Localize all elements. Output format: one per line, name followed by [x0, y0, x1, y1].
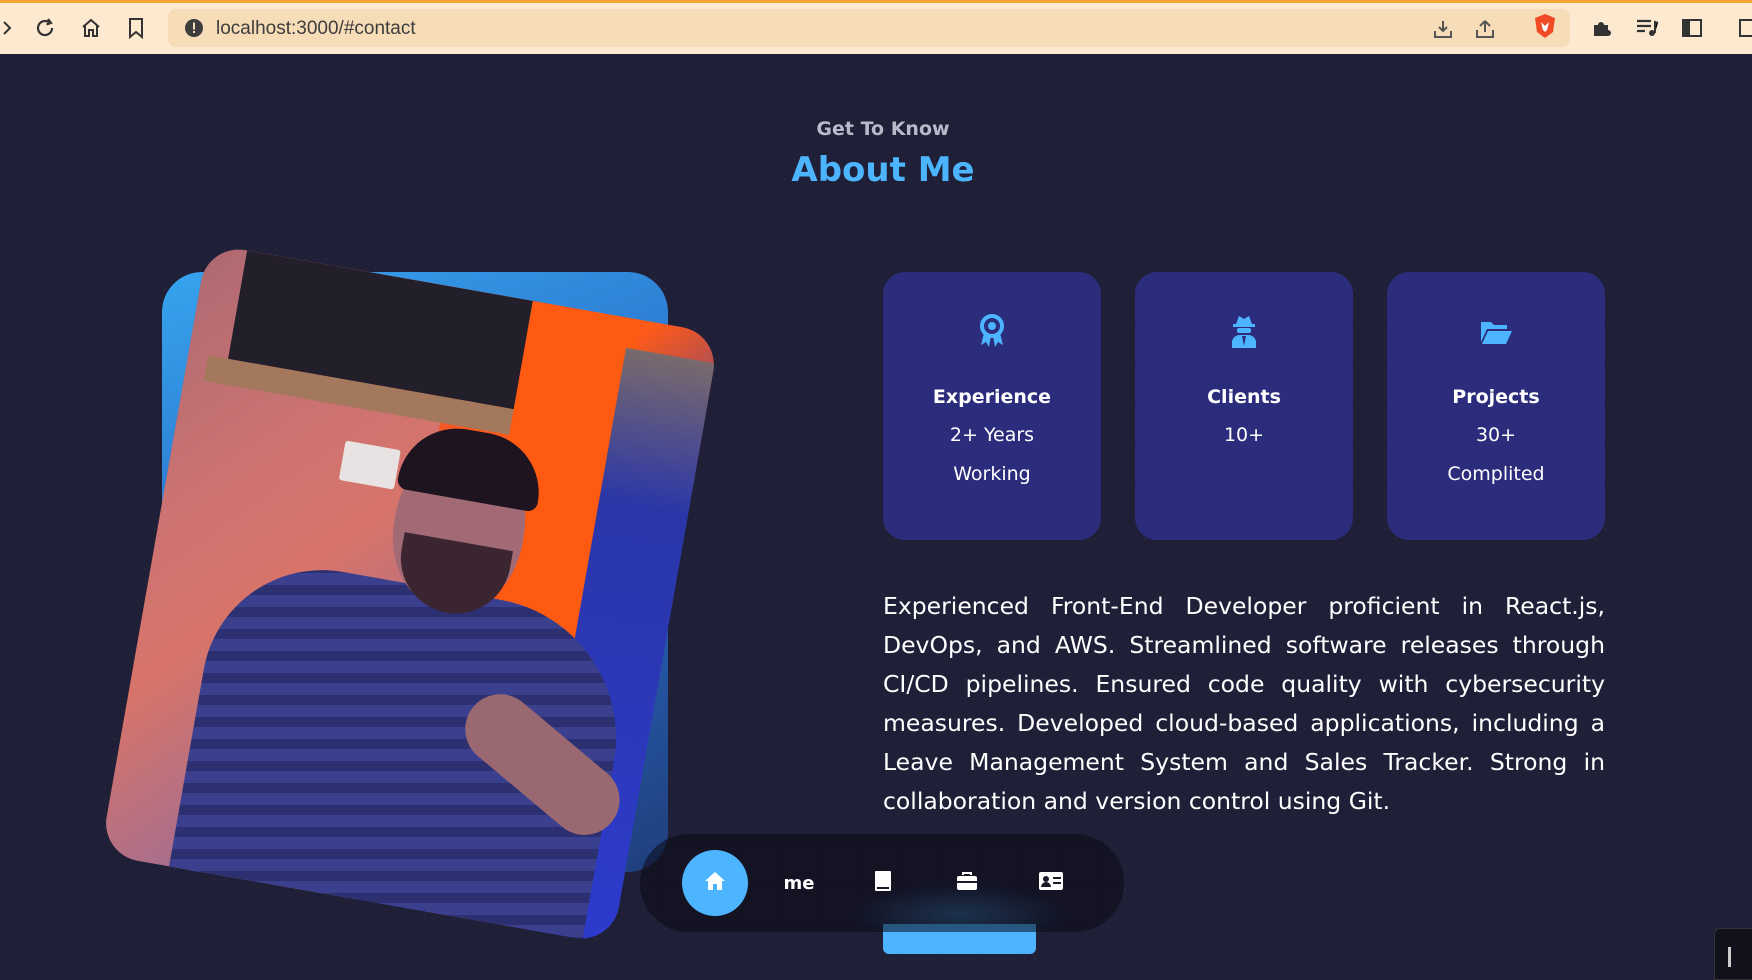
install-icon[interactable]: [1432, 18, 1454, 44]
card-detail: Working: [953, 463, 1031, 485]
user-secret-icon: [1135, 314, 1353, 350]
nav-contact[interactable]: [1018, 850, 1084, 916]
briefcase-icon: [955, 870, 979, 896]
section-title: About Me: [791, 150, 975, 190]
clients-card: Clients 10+: [1135, 272, 1353, 540]
nav-portfolio[interactable]: [934, 850, 1000, 916]
reload-icon[interactable]: [30, 13, 60, 43]
card-value: 10+: [1223, 424, 1265, 446]
card-value: 2+ Years: [949, 424, 1035, 446]
book-icon: [873, 869, 893, 897]
sidebar-icon[interactable]: [1681, 17, 1703, 43]
media-queue-icon[interactable]: [1635, 17, 1659, 43]
extensions-icon[interactable]: [1590, 17, 1612, 43]
nav-experience[interactable]: [850, 850, 916, 916]
nav-me-label: me: [783, 872, 815, 894]
folder-open-icon: [1387, 314, 1605, 350]
card-label: Clients: [1207, 386, 1281, 408]
home-icon[interactable]: [76, 13, 106, 43]
about-description: Experienced Front-End Developer proficie…: [883, 592, 1605, 815]
window-icon[interactable]: [1738, 17, 1752, 43]
award-icon: [883, 314, 1101, 350]
card-label: Experience: [932, 386, 1052, 408]
brave-shield-icon[interactable]: [1532, 12, 1558, 44]
address-bar[interactable]: localhost:3000/#contact: [168, 9, 1570, 47]
experience-card: Experience 2+ Years Working: [883, 272, 1101, 540]
nav-about[interactable]: me: [766, 850, 832, 916]
contact-card-icon: [1038, 870, 1064, 896]
projects-card: Projects 30+ Complited: [1387, 272, 1605, 540]
card-value: 30+: [1475, 424, 1517, 446]
floating-nav: me: [640, 834, 1124, 932]
card-detail: Complited: [1447, 463, 1545, 485]
nav-home[interactable]: [682, 850, 748, 916]
url-text: localhost:3000/#contact: [216, 18, 416, 39]
bookmark-icon[interactable]: [121, 13, 151, 43]
forward-icon[interactable]: [0, 13, 14, 43]
share-icon[interactable]: [1474, 18, 1496, 44]
site-info-icon[interactable]: [184, 18, 204, 42]
scroll-to-top-button[interactable]: [1714, 928, 1752, 980]
card-label: Projects: [1452, 386, 1540, 408]
home-icon: [703, 870, 727, 896]
about-section: Get To Know About Me Experience 2+ Years…: [0, 54, 1752, 980]
section-subtitle: Get To Know: [816, 118, 950, 140]
browser-toolbar: localhost:3000/#contact: [0, 0, 1752, 54]
profile-photo: [100, 243, 720, 945]
